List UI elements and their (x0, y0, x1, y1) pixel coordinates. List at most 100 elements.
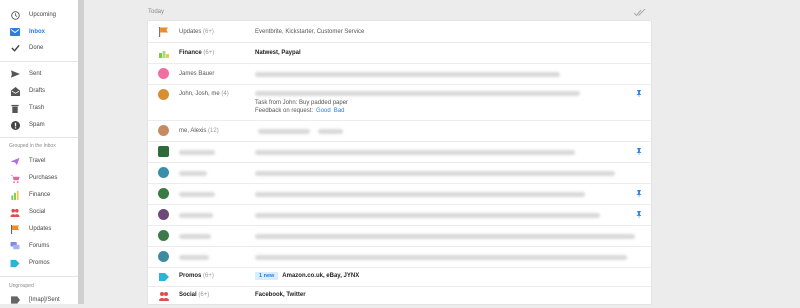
blurred-snippet (255, 91, 580, 96)
row-count: (6+) (203, 273, 214, 279)
row-snippet: Facebook, Twitter (255, 292, 306, 298)
new-badge: 1 new (255, 272, 279, 280)
email-row[interactable]: John, Josh, me (4) Task from John: Buy p… (148, 84, 651, 121)
email-row[interactable]: me, Alexis (12) (148, 120, 651, 142)
divider (0, 61, 78, 62)
sidebar-item-sent[interactable]: Sent (0, 66, 78, 82)
spam-icon (10, 120, 20, 130)
blurred-snippet (255, 234, 635, 239)
sidebar-item-forums[interactable]: Forums (0, 238, 78, 254)
pin-icon[interactable] (636, 148, 642, 155)
sidebar-item-label: Upcoming (29, 12, 57, 18)
scrollbar-thumb[interactable] (78, 0, 84, 304)
row-snippet: Eventbrite, Kickstarter, Customer Servic… (255, 29, 365, 35)
bundle-row-updates[interactable]: Updates (6+) Eventbrite, Kickstarter, Cu… (148, 21, 651, 43)
divider (0, 137, 78, 138)
email-row[interactable] (148, 141, 651, 163)
bundle-row-finance[interactable]: Finance (6+) Natwest, Paypal (148, 42, 651, 64)
blurred-sender (179, 192, 215, 197)
avatar (158, 68, 169, 79)
sidebar-item-label: [Imap]/Sent (29, 297, 60, 303)
sidebar-item-promos[interactable]: Promos (0, 255, 78, 271)
avatar (158, 251, 169, 262)
row-sender: Updates (6+) (179, 29, 214, 35)
sidebar-item-purchases[interactable]: Purchases (0, 170, 78, 186)
row-sender: John, Josh, me (4) (179, 91, 229, 97)
row-sender: me, Alexis (12) (179, 128, 219, 134)
email-row[interactable]: James Bauer (148, 63, 651, 85)
tag-icon (10, 258, 20, 268)
row-sender: Social (6+) (179, 292, 209, 298)
avatar (158, 167, 169, 178)
sender-name: me, Alexis (179, 128, 207, 134)
row-snippet: Natwest, Paypal (255, 50, 301, 56)
sidebar-item-label: Finance (29, 192, 51, 198)
email-row[interactable] (148, 183, 651, 205)
tag-icon (159, 273, 169, 281)
send-icon (10, 69, 20, 79)
sidebar-item-label: Promos (29, 260, 50, 266)
blurred-snippet (258, 129, 310, 134)
avatar (158, 188, 169, 199)
pin-icon[interactable] (636, 90, 642, 97)
bundle-row-social[interactable]: Social (6+) Facebook, Twitter (148, 286, 651, 306)
task-text: Task from John: Buy padded paper (255, 100, 349, 106)
inbox-list: Updates (6+) Eventbrite, Kickstarter, Cu… (148, 21, 651, 304)
feedback-bad-link[interactable]: Bad (334, 108, 345, 114)
forum-icon (10, 241, 20, 251)
email-row[interactable] (148, 162, 651, 184)
people-icon (159, 292, 169, 301)
sidebar-item-updates[interactable]: Updates (0, 221, 78, 237)
sweep-done-icon[interactable] (634, 9, 646, 17)
sidebar-item-trash[interactable]: Trash (0, 100, 78, 116)
bundle-row-promos[interactable]: Promos (6+) 1 new Amazon.co.uk, eBay, JYN… (148, 267, 651, 287)
blurred-snippet (255, 255, 627, 260)
row-count: (12) (208, 128, 219, 134)
row-count: (6+) (198, 292, 210, 298)
feedback-good-link[interactable]: Good (316, 108, 331, 114)
sender-name: John, Josh, me (179, 91, 220, 97)
sidebar-item-imap-sent[interactable]: [Imap]/Sent (0, 292, 78, 308)
sidebar-item-upcoming[interactable]: Upcoming (0, 7, 78, 23)
blurred-sender (179, 255, 209, 260)
pin-icon[interactable] (636, 211, 642, 218)
pin-icon[interactable] (636, 190, 642, 197)
chart-icon (10, 190, 20, 200)
sidebar-item-drafts[interactable]: Drafts (0, 83, 78, 99)
sidebar-item-finance[interactable]: Finance (0, 187, 78, 203)
email-row[interactable] (148, 204, 651, 226)
row-count: (4) (221, 91, 229, 97)
sidebar-item-inbox[interactable]: Inbox (0, 24, 78, 40)
flag-icon (10, 224, 20, 234)
avatar (158, 209, 169, 220)
email-row[interactable] (148, 246, 651, 268)
sidebar-item-social[interactable]: Social (0, 204, 78, 220)
sidebar-item-label: Inbox (29, 29, 45, 35)
avatar (158, 89, 169, 100)
blurred-snippet (318, 129, 343, 134)
row-sender: James Bauer (179, 71, 215, 77)
ungrouped-heading: Ungrouped (9, 283, 34, 289)
clock-icon (10, 10, 20, 20)
check-icon (10, 43, 20, 53)
snippet-text: Amazon.co.uk, eBay, JYNX (282, 273, 360, 279)
sender-name: Social (179, 292, 197, 298)
sidebar: Upcoming Inbox Done Sent Drafts Trash Sp… (0, 0, 79, 304)
sidebar-item-travel[interactable]: Travel (0, 153, 78, 169)
avatar (158, 230, 169, 241)
sidebar-item-spam[interactable]: Spam (0, 117, 78, 133)
trash-icon (10, 103, 20, 113)
sidebar-scrollbar[interactable] (78, 0, 84, 304)
sender-name: Promos (179, 273, 202, 279)
row-sender: Finance (6+) (179, 50, 214, 56)
email-row[interactable] (148, 225, 651, 247)
sidebar-item-done[interactable]: Done (0, 40, 78, 56)
sidebar-item-label: Travel (29, 158, 46, 164)
day-label: Today (148, 9, 165, 15)
row-count: (6+) (203, 29, 214, 35)
blurred-snippet (255, 213, 600, 218)
sender-name: Finance (179, 50, 202, 56)
blurred-sender (179, 171, 207, 176)
row-snippet: 1 new Amazon.co.uk, eBay, JYNX (255, 272, 359, 280)
drafts-icon (10, 86, 20, 96)
